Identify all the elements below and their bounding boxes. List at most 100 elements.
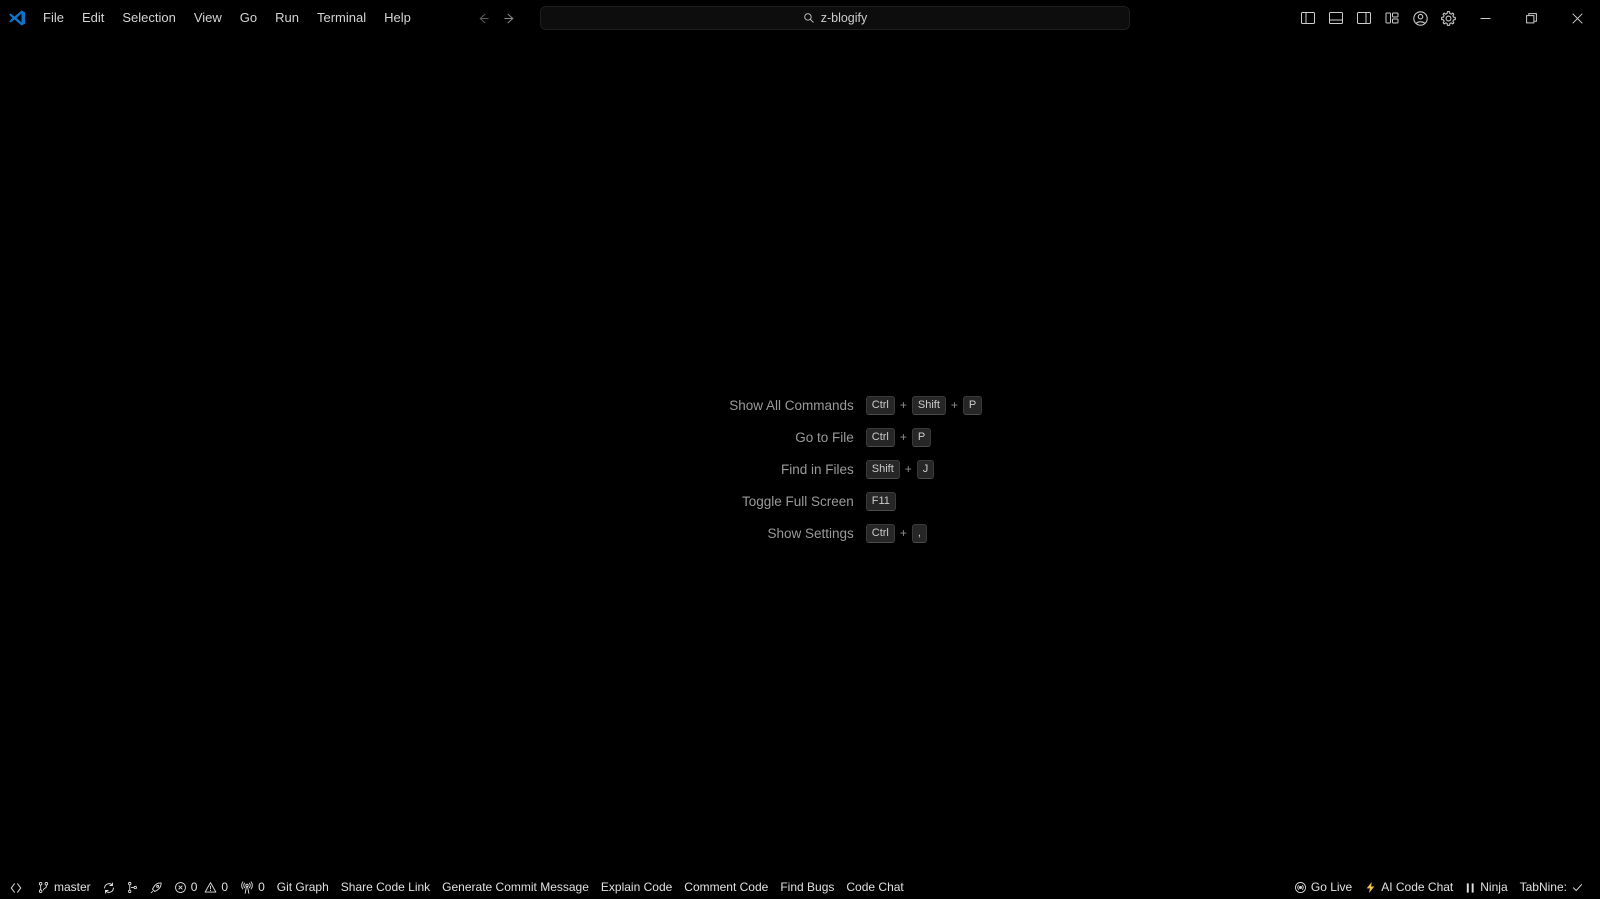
- watermark-row-toggle-full-screen[interactable]: Toggle Full Screen F11: [626, 491, 983, 511]
- status-git-branch[interactable]: master: [31, 876, 97, 899]
- status-label: Share Code Link: [340, 880, 431, 894]
- watermark-keybinding: F11: [865, 491, 896, 511]
- error-icon: [174, 881, 187, 894]
- remote-indicator[interactable]: [0, 876, 31, 899]
- close-button[interactable]: [1554, 0, 1600, 36]
- watermark-keybinding: Shift + J: [865, 459, 935, 479]
- arrow-right-icon[interactable]: [496, 5, 522, 31]
- status-code-chat[interactable]: Code Chat: [840, 876, 909, 899]
- menu-run[interactable]: Run: [266, 7, 308, 29]
- search-input[interactable]: z-blogify: [540, 6, 1130, 30]
- sync-icon: [102, 881, 116, 895]
- check-icon: [1571, 881, 1584, 894]
- key-chip: Ctrl: [865, 427, 895, 447]
- watermark-label: Go to File: [795, 429, 854, 445]
- key-chip: Ctrl: [865, 523, 895, 543]
- status-ports[interactable]: 0: [234, 876, 271, 899]
- watermark-label: Find in Files: [780, 461, 854, 477]
- status-label: TabNine:: [1519, 880, 1567, 894]
- menu-bar: File Edit Selection View Go Run Terminal…: [34, 0, 420, 36]
- status-problems[interactable]: 0 0: [168, 876, 234, 899]
- title-bar: File Edit Selection View Go Run Terminal…: [0, 0, 1600, 36]
- menu-selection[interactable]: Selection: [113, 7, 184, 29]
- status-ai-code-chat[interactable]: AI Code Chat: [1358, 876, 1459, 899]
- rocket-icon: [149, 881, 163, 895]
- menu-edit[interactable]: Edit: [73, 7, 113, 29]
- status-label: Generate Commit Message: [442, 880, 589, 894]
- restore-button[interactable]: [1508, 0, 1554, 36]
- menu-go[interactable]: Go: [231, 7, 266, 29]
- status-label: Explain Code: [600, 880, 673, 894]
- status-label: Code Chat: [846, 880, 904, 894]
- key-chip: P: [962, 395, 983, 415]
- status-ninja[interactable]: Ninja: [1459, 876, 1513, 899]
- watermark-keybinding: Ctrl + P: [865, 427, 932, 447]
- watermark-keybinding: Ctrl + Shift + P: [865, 395, 983, 415]
- error-count: 0: [190, 880, 198, 894]
- key-chip: P: [911, 427, 932, 447]
- title-bar-actions: [1294, 0, 1600, 36]
- key-chip: ,: [911, 523, 927, 543]
- watermark-label: Toggle Full Screen: [741, 493, 854, 509]
- account-icon[interactable]: [1407, 5, 1433, 31]
- key-separator: +: [904, 462, 912, 476]
- key-separator: +: [950, 398, 958, 412]
- watermark-row-show-all-commands[interactable]: Show All Commands Ctrl + Shift + P: [626, 395, 983, 415]
- toggle-primary-sidebar-icon[interactable]: [1295, 5, 1321, 31]
- watermark-row-go-to-file[interactable]: Go to File Ctrl + P: [626, 427, 983, 447]
- status-rocket[interactable]: [144, 876, 168, 899]
- status-tabnine[interactable]: TabNine:: [1514, 876, 1590, 899]
- remote-window-icon: [9, 881, 23, 895]
- status-share-code-link[interactable]: Share Code Link: [335, 876, 436, 899]
- lightning-icon: [1364, 881, 1377, 894]
- pause-icon: [1465, 882, 1476, 894]
- git-branch-label: master: [54, 880, 91, 894]
- key-chip: Ctrl: [865, 395, 895, 415]
- key-separator: +: [899, 430, 907, 444]
- search-icon: [803, 12, 815, 24]
- ports-count: 0: [258, 880, 265, 894]
- watermark-row-show-settings[interactable]: Show Settings Ctrl + ,: [626, 523, 983, 543]
- customize-layout-icon[interactable]: [1379, 5, 1405, 31]
- status-explain-code[interactable]: Explain Code: [595, 876, 678, 899]
- status-find-bugs[interactable]: Find Bugs: [774, 876, 840, 899]
- status-sync-changes[interactable]: [97, 876, 121, 899]
- menu-help[interactable]: Help: [375, 7, 420, 29]
- status-git-branch-extra[interactable]: [121, 876, 144, 899]
- key-chip: Shift: [911, 395, 946, 415]
- menu-view[interactable]: View: [185, 7, 231, 29]
- gear-icon[interactable]: [1435, 5, 1461, 31]
- status-label: Git Graph: [276, 880, 329, 894]
- menu-terminal[interactable]: Terminal: [308, 7, 375, 29]
- source-control-icon: [37, 881, 50, 894]
- vscode-logo-icon: [0, 0, 34, 36]
- key-chip: J: [916, 459, 935, 479]
- status-label: Ninja: [1480, 880, 1508, 894]
- watermark-label: Show All Commands: [729, 397, 854, 413]
- key-separator: +: [899, 526, 907, 540]
- status-bar-left: master 0 0 0 Git Graph Share Code Link G…: [0, 876, 910, 899]
- watermark-shortcuts: Show All Commands Ctrl + Shift + P Go to…: [626, 395, 983, 543]
- status-generate-commit-message[interactable]: Generate Commit Message: [436, 876, 595, 899]
- status-label: AI Code Chat: [1381, 880, 1454, 894]
- status-bar: master 0 0 0 Git Graph Share Code Link G…: [0, 876, 1600, 899]
- status-label: Comment Code: [684, 880, 769, 894]
- warning-count: 0: [221, 880, 229, 894]
- status-git-graph[interactable]: Git Graph: [271, 876, 335, 899]
- broadcast-icon: [1294, 881, 1307, 894]
- minimize-button[interactable]: [1462, 0, 1508, 36]
- menu-file[interactable]: File: [34, 7, 73, 29]
- editor-empty-area: Show All Commands Ctrl + Shift + P Go to…: [0, 36, 1600, 876]
- status-bar-right: Go Live AI Code Chat Ninja TabNine:: [1288, 876, 1600, 899]
- key-chip: F11: [865, 491, 896, 511]
- watermark-row-find-in-files[interactable]: Find in Files Shift + J: [626, 459, 983, 479]
- warning-icon: [204, 881, 217, 894]
- status-label: Go Live: [1310, 880, 1353, 894]
- watermark-keybinding: Ctrl + ,: [865, 523, 927, 543]
- arrow-left-icon[interactable]: [470, 5, 496, 31]
- status-comment-code[interactable]: Comment Code: [678, 876, 774, 899]
- git-branch-icon: [126, 881, 139, 894]
- status-go-live[interactable]: Go Live: [1288, 876, 1358, 899]
- toggle-secondary-sidebar-icon[interactable]: [1351, 5, 1377, 31]
- toggle-panel-icon[interactable]: [1323, 5, 1349, 31]
